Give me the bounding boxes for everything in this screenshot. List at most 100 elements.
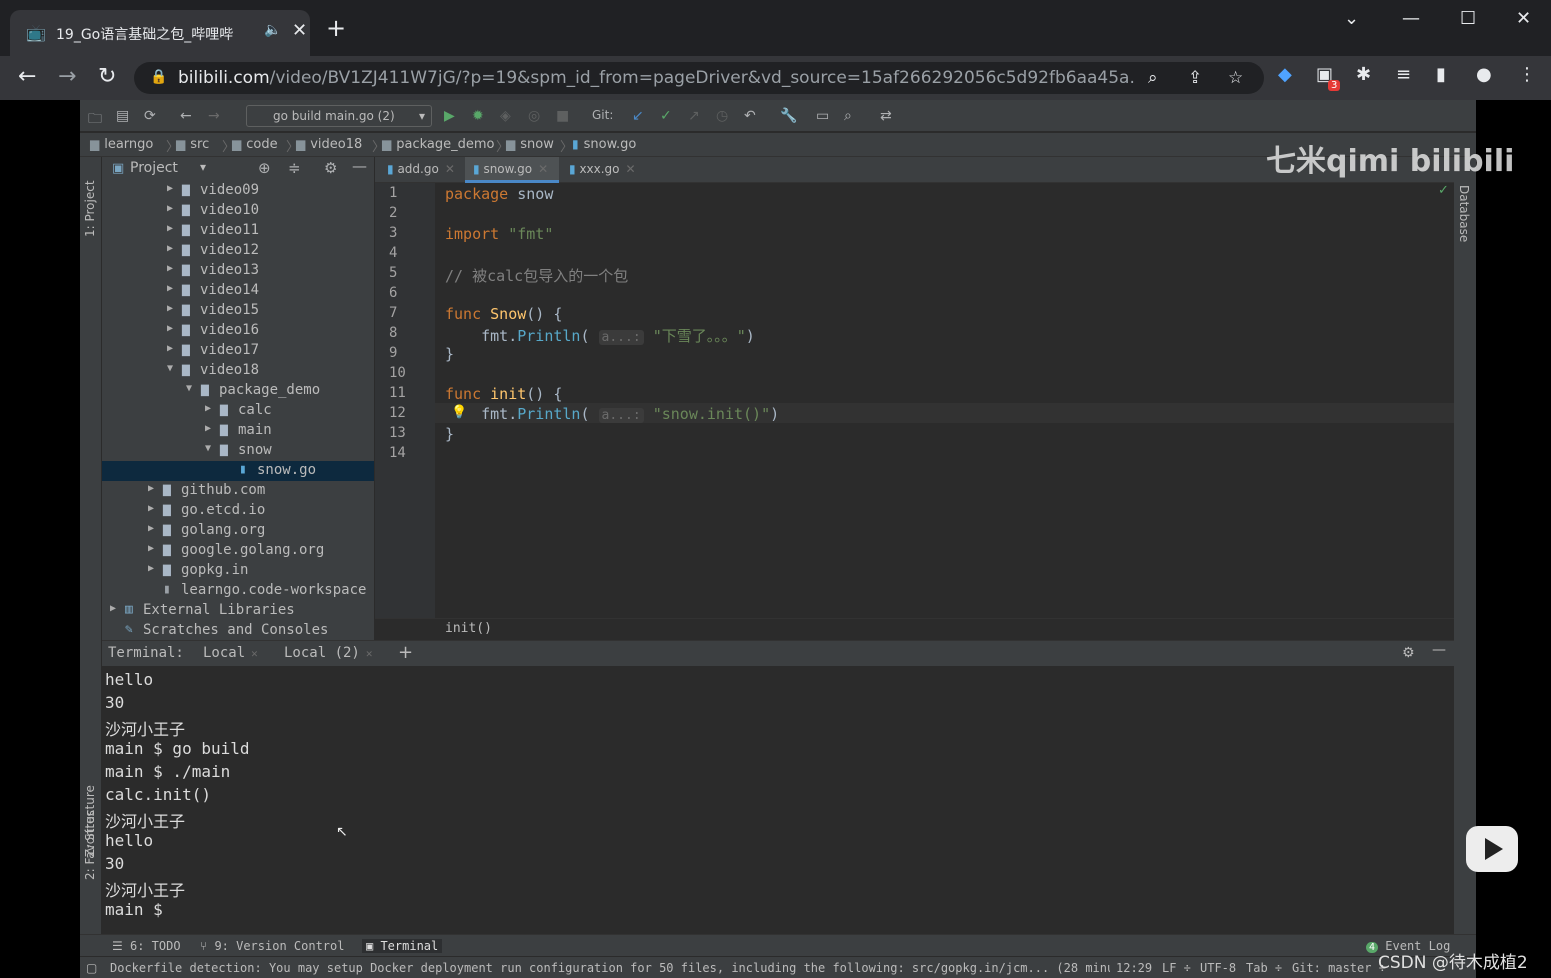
project-title[interactable]: Project (130, 160, 178, 176)
tree-item[interactable]: ▶ ▥ External Libraries (102, 601, 374, 621)
profile-icon[interactable]: ◎ (528, 108, 540, 124)
crumb-snow[interactable]: ▆ snow (506, 137, 554, 152)
open-folder-icon[interactable]: 🗀 (88, 108, 102, 132)
gear-icon[interactable]: ⚙ (324, 159, 337, 177)
tree-item[interactable]: ▶ ▆ golang.org (102, 521, 374, 541)
media-queue-icon[interactable]: ≡ (1396, 64, 1411, 85)
forward-arrow-icon[interactable]: → (58, 64, 76, 89)
close-window-button[interactable]: ✕ (1516, 8, 1531, 29)
extension-gem-icon[interactable]: ◆ (1278, 64, 1292, 85)
tree-item[interactable]: ▶ ▆ video10 (102, 201, 374, 221)
tab-snow-go[interactable]: ▮ snow.go ✕ (465, 157, 559, 183)
tree-item[interactable]: ▶ ▆ video14 (102, 281, 374, 301)
chevron-down-icon[interactable]: ▾ (200, 160, 206, 174)
code-editor[interactable]: package snow import "fmt" // 被calc包导入的一个… (435, 183, 1454, 640)
reload-icon[interactable]: ↻ (98, 64, 116, 89)
crumb-src[interactable]: ▆ src (176, 137, 209, 152)
save-icon[interactable]: ▤ (116, 108, 129, 124)
chevron-right-icon[interactable]: ▶ (167, 323, 173, 334)
function-crumb[interactable]: init() (445, 621, 492, 636)
tree-item[interactable]: ▶ ▆ video17 (102, 341, 374, 361)
new-tab-button[interactable]: + (326, 16, 346, 40)
gear-icon[interactable]: ⚙ (1402, 645, 1415, 661)
git-history-icon[interactable]: ◷ (716, 108, 728, 124)
chevron-right-icon[interactable]: ▶ (167, 283, 173, 294)
crumb-video18[interactable]: ▆ video18 (296, 137, 362, 152)
tree-item[interactable]: ▶ ▆ github.com (102, 481, 374, 501)
chevron-right-icon[interactable]: ▶ (167, 243, 173, 254)
tab-close-icon[interactable]: ✕ (292, 20, 307, 41)
tree-item[interactable]: ✎ Scratches and Consoles (102, 621, 374, 641)
terminal-tab-local-2[interactable]: Local (2) ✕ (284, 645, 372, 661)
hide-icon[interactable]: — (1432, 642, 1446, 658)
version-control-tool-tab[interactable]: ⑂ 9: Version Control (200, 939, 344, 953)
bookmark-star-icon[interactable]: ☆ (1228, 68, 1243, 88)
back-icon[interactable]: ← (180, 108, 192, 124)
tree-item[interactable]: ▶ ▆ video15 (102, 301, 374, 321)
close-icon[interactable]: ✕ (251, 647, 258, 660)
coverage-icon[interactable]: ◈ (500, 108, 511, 124)
locate-icon[interactable]: ⊕ (258, 159, 271, 177)
sync-icon[interactable]: ⟳ (144, 108, 156, 124)
git-branch[interactable]: Git: master ÷ (1292, 961, 1386, 975)
git-push-icon[interactable]: ↗ (688, 108, 700, 124)
play-video-icon[interactable] (1466, 826, 1518, 872)
close-icon[interactable]: ✕ (366, 647, 373, 660)
chevron-right-icon[interactable]: ▶ (148, 503, 154, 514)
new-terminal-plus-icon[interactable]: + (398, 642, 413, 663)
stop-icon[interactable]: ■ (556, 108, 569, 124)
project-tool-tab[interactable]: 1: Project (83, 180, 97, 237)
status-toggle-icon[interactable]: ▢ (86, 961, 97, 975)
crumb-package-demo[interactable]: ▆ package_demo (382, 137, 494, 152)
tree-item[interactable]: ▼ ▆ video18 (102, 361, 374, 381)
tree-item[interactable]: ▶ ▆ main (102, 421, 374, 441)
browser-tab[interactable]: 📺 19_Go语言基础之包_哔哩哔 🔈 ✕ (10, 10, 310, 56)
tree-item[interactable]: ▶ ▆ video12 (102, 241, 374, 261)
tree-item[interactable]: ▼ ▆ package_demo (102, 381, 374, 401)
crumb-learngo[interactable]: ▆ learngo (90, 137, 153, 152)
chevron-down-icon[interactable]: ▼ (167, 363, 173, 374)
chevron-right-icon[interactable]: ▶ (167, 343, 173, 354)
search-icon[interactable]: ⌕ (844, 108, 852, 124)
status-message[interactable]: Dockerfile detection: You may setup Dock… (110, 961, 1110, 975)
lock-icon[interactable]: 🔒 (150, 69, 167, 85)
git-rollback-icon[interactable]: ↶ (744, 108, 756, 124)
tree-item[interactable]: ▶ ▆ video16 (102, 321, 374, 341)
tree-item[interactable]: ▶ ▆ video09 (102, 181, 374, 201)
translate-icon[interactable]: ⇄ (880, 108, 892, 124)
terminal-output[interactable]: hello 30 沙河小王子 main $ go build main $ ./… (102, 666, 1454, 934)
todo-tool-tab[interactable]: ☰ 6: TODO (112, 939, 181, 953)
tree-item[interactable]: ▶ ▆ gopkg.in (102, 561, 374, 581)
forward-icon[interactable]: → (208, 108, 220, 124)
favorites-tool-tab[interactable]: 2: Favorites (83, 810, 97, 880)
tree-item[interactable]: ▼ ▆ snow (102, 441, 374, 461)
chevron-right-icon[interactable]: ▶ (148, 483, 154, 494)
file-encoding[interactable]: UTF-8 (1200, 961, 1236, 975)
url-text[interactable]: bilibili.com/video/BV1ZJ411W7jG/?p=19&sp… (178, 68, 1134, 88)
back-arrow-icon[interactable]: ← (18, 64, 36, 89)
tree-item[interactable]: ▶ ▆ google.golang.org (102, 541, 374, 561)
tree-item[interactable]: ▶ ▆ calc (102, 401, 374, 421)
chevron-down-icon[interactable]: ▼ (186, 383, 192, 394)
chevron-down-icon[interactable]: ▼ (205, 443, 211, 454)
terminal-tool-tab[interactable]: ▣ Terminal (362, 939, 443, 953)
crumb-snow-go[interactable]: ▮ snow.go (572, 137, 636, 152)
chevron-right-icon[interactable]: ▶ (167, 203, 173, 214)
tree-item[interactable]: ▮ learngo.code-workspace (102, 581, 374, 601)
chevron-right-icon[interactable]: ▶ (110, 603, 116, 614)
chevron-right-icon[interactable]: ▶ (167, 223, 173, 234)
tab-search-icon[interactable]: ⌄ (1344, 8, 1359, 29)
chevron-right-icon[interactable]: ▶ (205, 423, 211, 434)
chevron-right-icon[interactable]: ▶ (167, 303, 173, 314)
share-icon[interactable]: ⇪ (1188, 68, 1202, 88)
minimize-button[interactable]: — (1402, 8, 1420, 29)
terminal-tab-local[interactable]: Local ✕ (203, 645, 258, 661)
extensions-puzzle-icon[interactable]: ✱ (1356, 64, 1371, 85)
tree-item[interactable]: ▮ snow.go (102, 461, 374, 481)
run-configuration-select[interactable]: go build main.go (2) ▾ (246, 105, 432, 127)
browser-menu-icon[interactable]: ⋮ (1518, 64, 1536, 85)
maximize-button[interactable]: ☐ (1460, 8, 1476, 29)
tab-xxx-go[interactable]: ▮ xxx.go ✕ (561, 157, 647, 183)
profile-avatar-icon[interactable]: ● (1476, 64, 1492, 85)
git-update-icon[interactable]: ↙ (632, 108, 644, 124)
